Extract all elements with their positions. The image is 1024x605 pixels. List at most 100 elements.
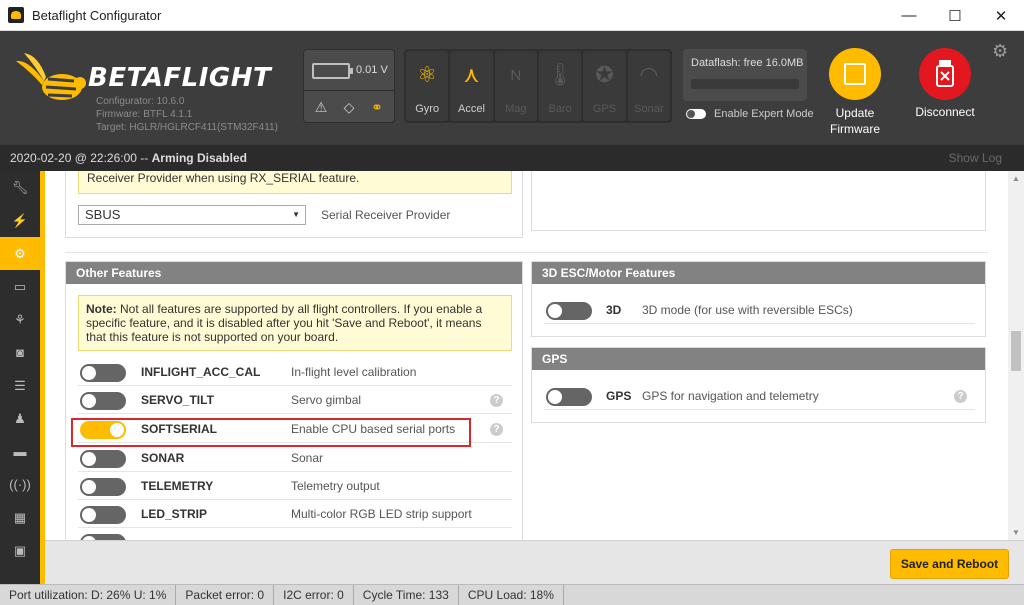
- 3d-mode-toggle[interactable]: [546, 302, 592, 320]
- voltage-readout: 0.01 V: [356, 64, 388, 76]
- gyro-icon: ⚛: [417, 62, 438, 87]
- feature-row-partial: [78, 528, 512, 540]
- expert-mode-label: Enable Expert Mode: [714, 108, 814, 120]
- logo-text: BETAFLIGHT: [88, 63, 272, 93]
- softserial-highlight-box: [71, 418, 471, 447]
- other-features-title: Other Features: [66, 262, 522, 284]
- dataflash-panel: Dataflash: free 16.0MB: [683, 49, 807, 101]
- sensor-sonar: ◠ Sonar: [627, 51, 670, 121]
- scroll-up-icon[interactable]: ▲: [1012, 174, 1020, 183]
- title-bar: Betaflight Configurator — ☐ ✕: [0, 0, 1024, 31]
- timestamp: 2020-02-20 @ 22:26:00 --: [10, 151, 152, 165]
- adjustments-icon[interactable]: ♟: [0, 402, 40, 435]
- telemetry-toggle[interactable]: [80, 478, 126, 496]
- arming-status: Arming Disabled: [151, 151, 247, 165]
- battery-panel: 0.01 V ⚠ ◇ ⚭: [303, 49, 395, 123]
- sidebar: 🔧︎ ⚡ ⚙ ▭ ⚘ ◙ ☰ ♟ ▬ ((·)) ▦ ▣: [0, 171, 40, 584]
- feature-row-sonar: SONAR Sonar: [78, 444, 512, 472]
- battery-icon: [312, 63, 353, 79]
- app-icon: [8, 7, 24, 23]
- scroll-down-icon[interactable]: ▼: [1012, 528, 1020, 537]
- serial-receiver-provider-label: Serial Receiver Provider: [321, 208, 451, 222]
- power-plug-icon[interactable]: ⚡: [0, 204, 40, 237]
- servo-tilt-toggle[interactable]: [80, 392, 126, 410]
- gear-icon[interactable]: ⚙: [992, 41, 1008, 62]
- serial-receiver-provider-select[interactable]: SBUS ▼: [78, 205, 306, 225]
- show-log-link[interactable]: Show Log: [949, 145, 1002, 171]
- dropdown-arrow-icon: ▼: [292, 210, 300, 219]
- wrench-icon[interactable]: 🔧︎: [0, 171, 40, 204]
- receiver-panel: Receiver Provider when using RX_SERIAL f…: [65, 171, 523, 238]
- i2c-error: I2C error: 0: [274, 585, 354, 605]
- footer-status-bar: Port utilization: D: 26% U: 1% Packet er…: [0, 584, 1024, 605]
- baro-icon: 🌡︎: [546, 62, 575, 87]
- robot-icon[interactable]: ◙: [0, 336, 40, 369]
- help-icon[interactable]: ?: [490, 394, 503, 407]
- sensor-panel: ⚛ Gyro ⋏ Accel N Mag 🌡︎ Baro ✪ GPS ◠ Son…: [404, 49, 672, 123]
- expert-mode-switch[interactable]: [686, 109, 706, 119]
- target-info: Target: HGLR/HGLRCF411(STM32F411): [96, 122, 278, 133]
- transmitter-icon[interactable]: ((·)): [0, 468, 40, 501]
- esc-motor-features-title: 3D ESC/Motor Features: [532, 262, 985, 284]
- disconnect-button[interactable]: Disconnect: [906, 48, 984, 119]
- usb-disconnect-icon: [919, 48, 971, 100]
- esc-motor-features-panel: 3D ESC/Motor Features 3D 3D mode (for us…: [531, 261, 986, 337]
- configurator-version: Configurator: 10.6.0: [96, 96, 185, 107]
- dataflash-bar: [691, 79, 799, 89]
- led-strip-toggle[interactable]: [80, 506, 126, 524]
- feature-row-servo-tilt: SERVO_TILT Servo gimbal ?: [78, 386, 512, 414]
- packet-error: Packet error: 0: [176, 585, 275, 605]
- gps-icon: ✪: [595, 62, 614, 87]
- configuration-content: Receiver Provider when using RX_SERIAL f…: [45, 171, 1008, 540]
- update-firmware-button[interactable]: Update Firmware: [826, 48, 884, 137]
- version-info: Configurator: 10.6.0 Firmware: BTFL 4.1.…: [96, 95, 278, 134]
- features-note: Note: Not all features are supported by …: [78, 295, 512, 351]
- dataflash-label: Dataflash: free 16.0MB: [691, 57, 804, 69]
- mag-icon: N: [510, 66, 522, 84]
- bee-icon: [16, 53, 86, 100]
- ports-icon[interactable]: ▭: [0, 270, 40, 303]
- cpu-icon[interactable]: ▦: [0, 501, 40, 534]
- right-top-panel: [531, 171, 986, 231]
- save-and-reboot-button[interactable]: Save and Reboot: [890, 549, 1009, 579]
- sensor-gyro: ⚛ Gyro: [406, 51, 449, 121]
- firmware-version: Firmware: BTFL 4.1.1: [96, 109, 193, 120]
- scroll-thumb[interactable]: [1011, 331, 1021, 371]
- inflight-acc-cal-toggle[interactable]: [80, 364, 126, 382]
- cpu-load: CPU Load: 18%: [459, 585, 564, 605]
- accel-icon: ⋏: [463, 62, 480, 87]
- header: BETAFLIGHT Configurator: 10.6.0 Firmware…: [0, 31, 1024, 145]
- sensor-gps: ✪ GPS: [583, 51, 626, 121]
- feature-row-inflight-acc-cal: INFLIGHT_ACC_CAL In-flight level calibra…: [78, 358, 512, 386]
- toggles-icon[interactable]: ☰: [0, 369, 40, 402]
- close-button[interactable]: ✕: [978, 0, 1024, 31]
- terminal-icon[interactable]: ▣: [0, 534, 40, 567]
- gps-toggle[interactable]: [546, 388, 592, 406]
- feature-row-3d: 3D 3D mode (for use with reversible ESCs…: [544, 296, 975, 324]
- sitemap-icon[interactable]: ⚘: [0, 303, 40, 336]
- cycle-time: Cycle Time: 133: [354, 585, 459, 605]
- window-title: Betaflight Configurator: [32, 7, 162, 23]
- feature-row-telemetry: TELEMETRY Telemetry output: [78, 472, 512, 500]
- diamond-icon: ◇: [343, 98, 355, 115]
- chip-icon: [829, 48, 881, 100]
- minimize-button[interactable]: —: [886, 0, 932, 31]
- gps-title: GPS: [532, 348, 985, 370]
- expert-mode-toggle[interactable]: Enable Expert Mode: [686, 108, 814, 120]
- sensor-baro: 🌡︎ Baro: [538, 51, 582, 121]
- receiver-note: Receiver Provider when using RX_SERIAL f…: [78, 171, 512, 194]
- sensor-accel: ⋏ Accel: [450, 51, 493, 121]
- maximize-button[interactable]: ☐: [932, 0, 978, 31]
- gps-panel: GPS GPS GPS for navigation and telemetry…: [531, 347, 986, 423]
- other-features-panel: Other Features Note: Not all features ar…: [65, 261, 523, 540]
- gear-icon[interactable]: ⚙: [0, 237, 40, 270]
- help-icon[interactable]: ?: [954, 390, 967, 403]
- sensor-mag: N Mag: [494, 51, 537, 121]
- status-line: 2020-02-20 @ 22:26:00 -- Arming Disabled…: [0, 145, 1024, 171]
- port-utilization: Port utilization: D: 26% U: 1%: [0, 585, 177, 605]
- sonar-icon: ◠: [639, 62, 659, 87]
- osd-icon[interactable]: ▬: [0, 435, 40, 468]
- help-icon[interactable]: ?: [490, 423, 503, 436]
- content-scrollbar[interactable]: ▲ ▼: [1008, 171, 1024, 540]
- sonar-toggle[interactable]: [80, 450, 126, 468]
